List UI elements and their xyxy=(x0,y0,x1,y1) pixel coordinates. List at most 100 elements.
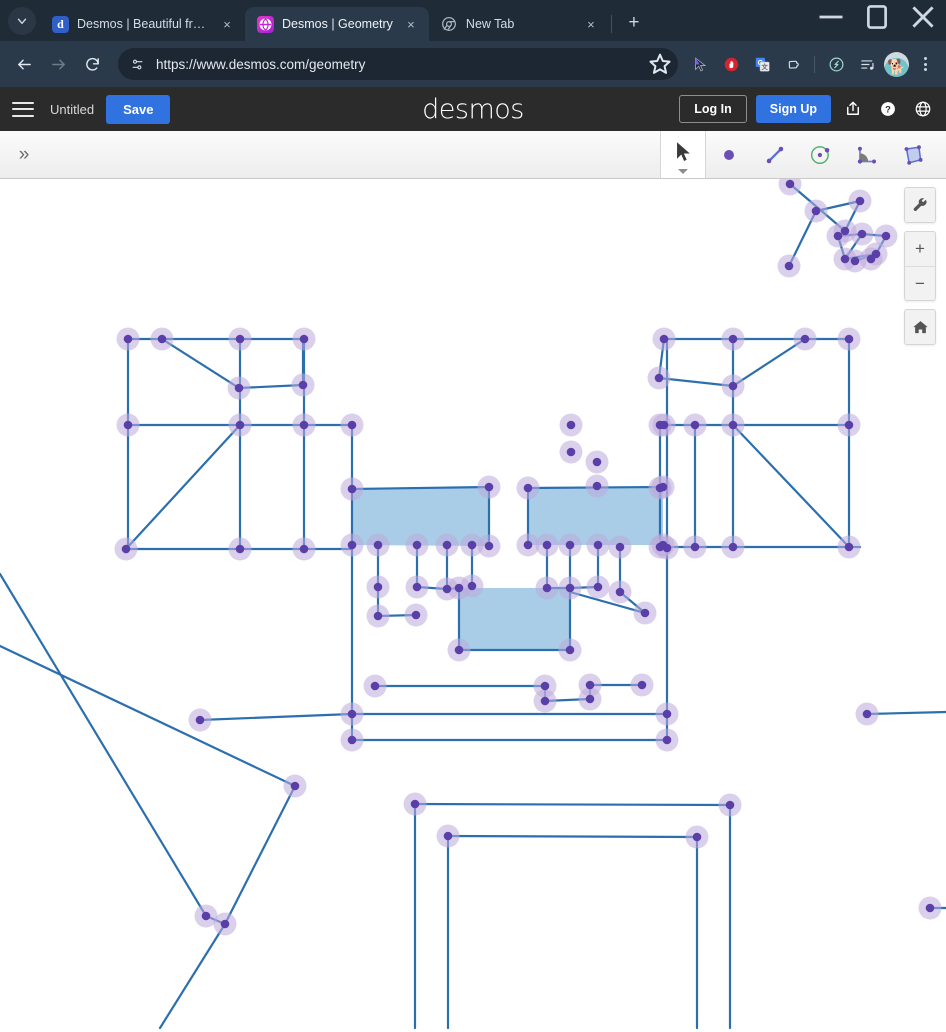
geometry-point[interactable] xyxy=(347,735,357,745)
geometry-point[interactable] xyxy=(542,540,552,550)
tab-close-button[interactable]: × xyxy=(581,14,601,34)
geometry-segment[interactable] xyxy=(158,922,227,1030)
geometry-point[interactable] xyxy=(540,696,550,706)
chevron-down-icon[interactable] xyxy=(678,169,688,174)
geometry-segment[interactable] xyxy=(0,644,297,788)
geometry-point[interactable] xyxy=(484,541,494,551)
geometry-point[interactable] xyxy=(220,919,230,929)
geometry-point[interactable] xyxy=(690,420,700,430)
geometry-point[interactable] xyxy=(235,544,245,554)
geometry-point[interactable] xyxy=(844,334,854,344)
geometry-point[interactable] xyxy=(592,457,602,467)
url-input[interactable] xyxy=(150,56,646,72)
geometry-segment[interactable] xyxy=(413,802,732,807)
geometry-point[interactable] xyxy=(725,800,735,810)
zoom-out-button[interactable]: − xyxy=(905,266,935,300)
browser-tab-3[interactable]: New Tab × xyxy=(428,7,609,41)
geometry-point[interactable] xyxy=(840,254,850,264)
geometry-point[interactable] xyxy=(443,831,453,841)
geometry-point[interactable] xyxy=(662,709,672,719)
reading-list-icon[interactable] xyxy=(853,50,881,78)
geometry-point[interactable] xyxy=(454,645,464,655)
geometry-point[interactable] xyxy=(454,583,464,593)
expand-panel-chevron-icon[interactable]: » xyxy=(0,131,48,178)
geometry-point[interactable] xyxy=(467,540,477,550)
geometry-point[interactable] xyxy=(157,334,167,344)
geometry-point[interactable] xyxy=(659,420,669,430)
geometry-point[interactable] xyxy=(373,540,383,550)
geometry-point[interactable] xyxy=(299,544,309,554)
zoom-in-button[interactable]: + xyxy=(905,232,935,266)
geometry-segment[interactable] xyxy=(865,710,946,716)
tab-close-button[interactable]: × xyxy=(217,14,237,34)
home-button[interactable] xyxy=(905,310,935,344)
address-bar[interactable] xyxy=(118,48,678,80)
geometry-point[interactable] xyxy=(123,420,133,430)
geometry-point[interactable] xyxy=(347,709,357,719)
geometry-point[interactable] xyxy=(234,383,244,393)
geometry-point[interactable] xyxy=(844,542,854,552)
geometry-point[interactable] xyxy=(484,482,494,492)
geometry-point[interactable] xyxy=(442,584,452,594)
geometry-point[interactable] xyxy=(850,256,860,266)
google-translate-icon[interactable]: G文 xyxy=(748,50,776,78)
hamburger-menu-icon[interactable] xyxy=(10,96,36,122)
geometry-point[interactable] xyxy=(347,484,357,494)
geometry-point[interactable] xyxy=(201,911,211,921)
geometry-point[interactable] xyxy=(615,587,625,597)
geometry-point[interactable] xyxy=(542,583,552,593)
geometry-point[interactable] xyxy=(123,334,133,344)
document-title[interactable]: Untitled xyxy=(50,102,94,117)
geometry-segment[interactable] xyxy=(198,712,354,722)
share-icon[interactable] xyxy=(840,96,866,122)
help-question-icon[interactable]: ? xyxy=(875,96,901,122)
geometry-point[interactable] xyxy=(121,544,131,554)
geometry-point[interactable] xyxy=(640,608,650,618)
geometry-point[interactable] xyxy=(654,373,664,383)
geometry-segment[interactable] xyxy=(731,423,851,549)
geometry-point[interactable] xyxy=(881,231,891,241)
geometry-segment[interactable] xyxy=(731,337,807,388)
geometry-point[interactable] xyxy=(728,381,738,391)
geometry-point[interactable] xyxy=(565,645,575,655)
geometry-construction[interactable] xyxy=(0,179,946,1032)
geometry-point[interactable] xyxy=(840,226,850,236)
geometry-point[interactable] xyxy=(565,540,575,550)
geometry-point[interactable] xyxy=(690,542,700,552)
tab-search-button[interactable] xyxy=(8,7,36,35)
adblock-extension-icon[interactable] xyxy=(717,50,745,78)
signup-button[interactable]: Sign Up xyxy=(755,95,831,123)
geometry-segment[interactable] xyxy=(160,337,241,390)
extensions-puzzle-icon[interactable] xyxy=(779,50,807,78)
geometry-point[interactable] xyxy=(785,179,795,189)
geometry-point[interactable] xyxy=(862,709,872,719)
geometry-point[interactable] xyxy=(565,583,575,593)
geometry-point[interactable] xyxy=(855,196,865,206)
back-button[interactable] xyxy=(8,48,40,80)
geometry-point[interactable] xyxy=(728,420,738,430)
geometry-point[interactable] xyxy=(235,334,245,344)
geometry-point[interactable] xyxy=(800,334,810,344)
geometry-point[interactable] xyxy=(347,420,357,430)
profile-avatar[interactable]: 🐕 xyxy=(884,51,909,77)
browser-tab-1[interactable]: d Desmos | Beautiful free math. × xyxy=(40,7,245,41)
geometry-point[interactable] xyxy=(299,334,309,344)
reload-button[interactable] xyxy=(76,48,108,80)
settings-wrench-button[interactable] xyxy=(905,188,935,222)
tune-icon[interactable] xyxy=(124,51,150,77)
geometry-point[interactable] xyxy=(235,420,245,430)
globe-language-icon[interactable] xyxy=(910,96,936,122)
geometry-point[interactable] xyxy=(299,420,309,430)
geometry-point[interactable] xyxy=(523,483,533,493)
geometry-point[interactable] xyxy=(298,380,308,390)
geometry-point[interactable] xyxy=(585,694,595,704)
login-button[interactable]: Log In xyxy=(679,95,747,123)
window-close-button[interactable] xyxy=(900,0,946,34)
geometry-segment[interactable] xyxy=(446,834,699,839)
window-maximize-button[interactable] xyxy=(854,0,900,34)
geometry-point[interactable] xyxy=(347,540,357,550)
geometry-point[interactable] xyxy=(195,715,205,725)
geometry-point[interactable] xyxy=(857,229,867,239)
geometry-segment[interactable] xyxy=(124,423,242,551)
geometry-point[interactable] xyxy=(866,254,876,264)
